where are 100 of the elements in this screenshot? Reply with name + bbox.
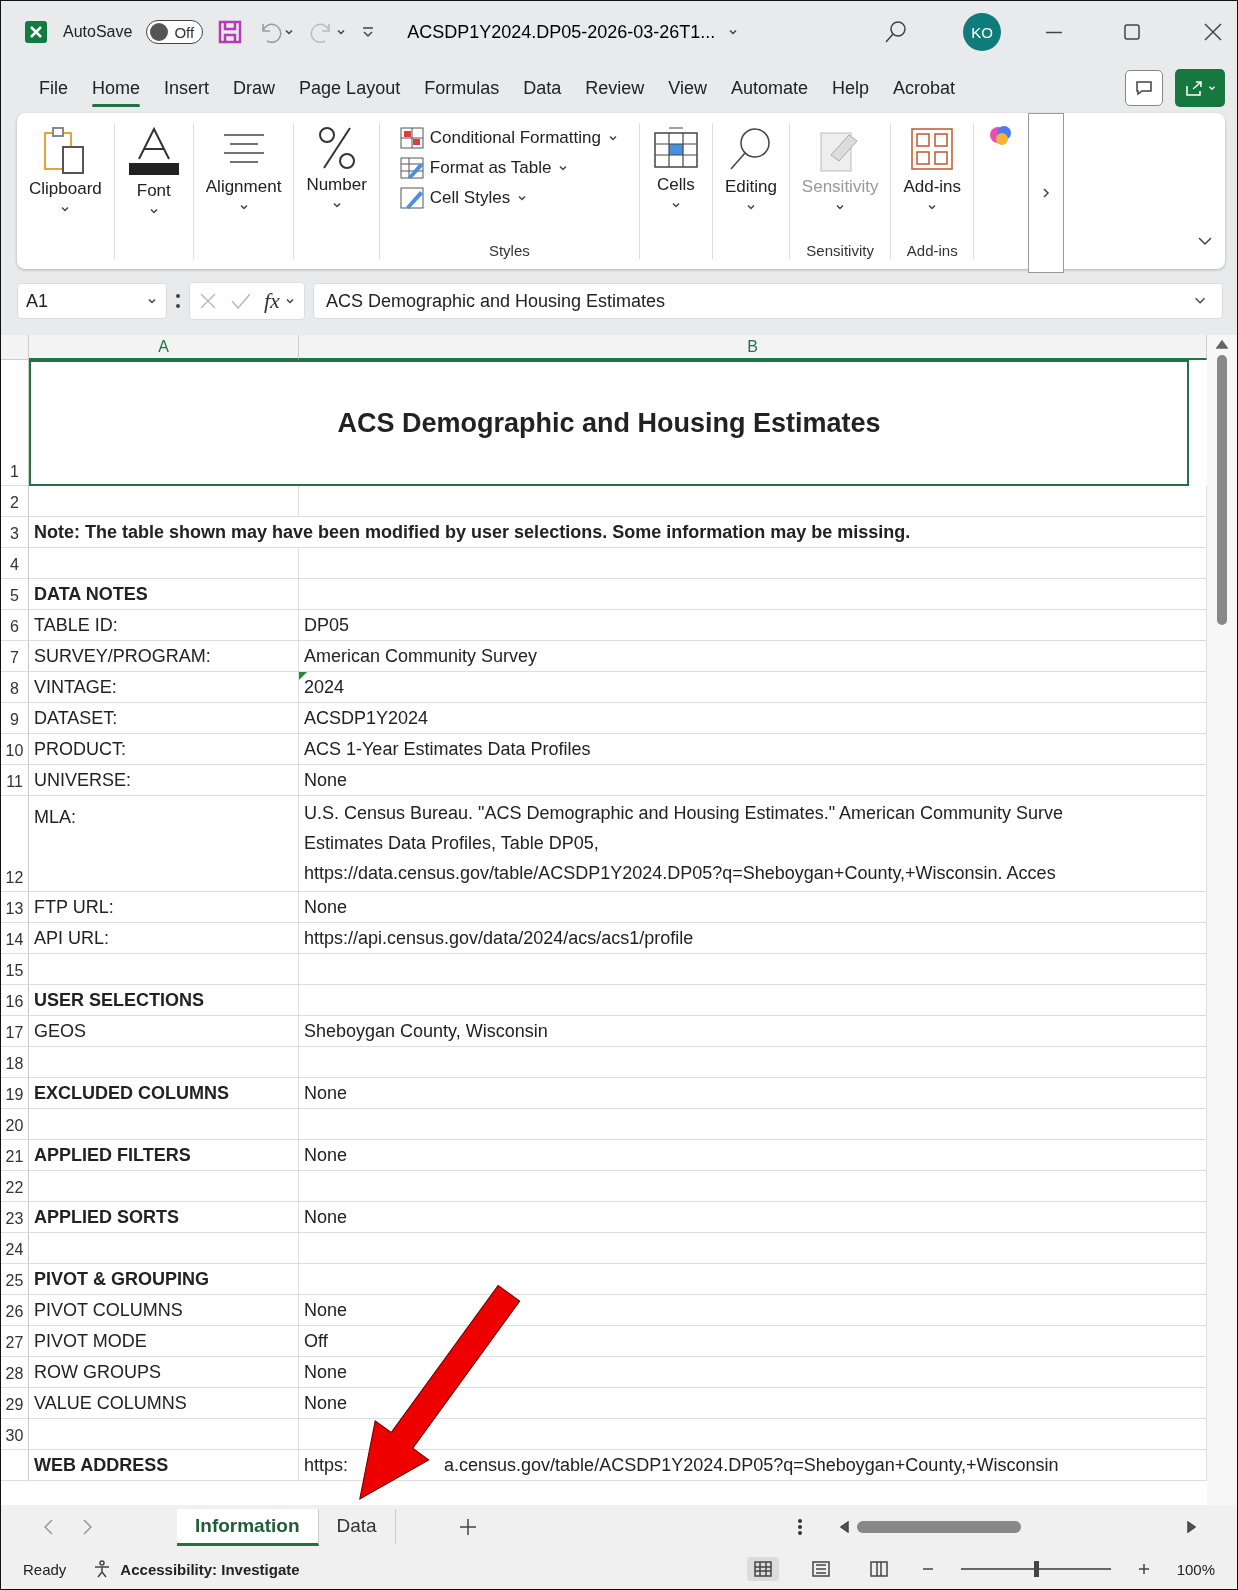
account-avatar[interactable]: KO <box>963 13 1001 51</box>
filename-button[interactable]: ACSDP1Y2024.DP05-2026-03-26T1... <box>407 21 740 43</box>
scroll-left-icon <box>839 1521 849 1533</box>
ribbon-group-label: Styles <box>488 242 530 259</box>
ribbon-tab[interactable]: Insert <box>152 69 222 107</box>
ribbon-menu-button[interactable]: Cell Styles <box>395 183 533 213</box>
ribbon-scroll-button[interactable] <box>1028 113 1065 273</box>
cell-style-icon <box>399 187 424 209</box>
row-number: 18 <box>1 1047 29 1078</box>
table-cell: None <box>299 1202 1207 1233</box>
table-format-icon <box>399 157 424 179</box>
conditional-format-icon <box>399 127 424 149</box>
row-number: 1 <box>1 360 29 486</box>
table-cell: PIVOT COLUMNS <box>29 1295 299 1326</box>
table-cell: VALUE COLUMNS <box>29 1388 299 1419</box>
row-number: 15 <box>1 954 29 985</box>
ribbon-tab[interactable]: Acrobat <box>881 69 968 107</box>
maximize-icon <box>1121 21 1143 43</box>
row-number: 7 <box>1 641 29 672</box>
more-options-icon[interactable] <box>797 1518 803 1536</box>
table-cell: SURVEY/PROGRAM: <box>29 641 299 672</box>
ribbon-menu-button[interactable]: Format as Table <box>395 153 574 183</box>
note-text: Note: The table shown may have been modified by user selections. Some information may be missing. <box>29 517 1207 548</box>
row-number: 10 <box>1 734 29 765</box>
table-cell: PRODUCT: <box>29 734 299 765</box>
sheet-tab[interactable]: Data <box>318 1508 396 1546</box>
ribbon-group-label: Sensitivity <box>806 242 874 259</box>
zoom-in-icon <box>1136 1562 1151 1576</box>
ribbon-tab[interactable]: Data <box>511 69 574 107</box>
row-number: 23 <box>1 1202 29 1233</box>
row-number: 9 <box>1 703 29 734</box>
maximize-button[interactable] <box>1121 21 1143 43</box>
cell-text: https: <box>304 1453 349 1477</box>
minimize-button[interactable] <box>1045 30 1063 34</box>
column-header: B <box>299 335 1207 360</box>
row-number: 16 <box>1 985 29 1016</box>
section-heading: PIVOT & GROUPING <box>29 1264 299 1295</box>
table-cell: American Community Survey <box>299 641 1207 672</box>
table-cell: TABLE ID: <box>29 610 299 641</box>
ribbon-button[interactable]: Cells <box>645 123 706 213</box>
name-box[interactable]: A1 <box>17 283 167 319</box>
ribbon-menu-button[interactable]: Conditional Formatting <box>395 123 623 153</box>
table-cell: ROW GROUPS <box>29 1357 299 1388</box>
table-cell: None <box>299 892 1207 923</box>
accessibility-button[interactable]: Accessibility: Investigate <box>92 1559 300 1579</box>
merged-title-cell: ACS Demographic and Housing Estimates <box>29 360 1189 486</box>
more-options-icon <box>175 293 181 309</box>
ribbon-button[interactable]: Number <box>300 123 373 213</box>
search-button[interactable] <box>883 19 909 45</box>
sheet-tab[interactable]: Information <box>177 1508 319 1546</box>
cell-text-line: U.S. Census Bureau. "ACS Demographic and Housing Estimates." American Community Surve <box>304 802 1064 825</box>
scrollbar-thumb[interactable] <box>1217 355 1227 625</box>
row-number: 5 <box>1 579 29 610</box>
add-sheet-button[interactable] <box>457 1517 478 1537</box>
ribbon-tab[interactable]: Help <box>820 69 882 107</box>
ribbon-button[interactable]: Editing <box>718 123 783 215</box>
ribbon-tab[interactable]: Page Layout <box>287 69 413 107</box>
autosave-toggle[interactable]: Off <box>146 20 204 44</box>
ribbon-tab[interactable]: File <box>27 69 80 107</box>
row-number: 12 <box>1 796 29 892</box>
excel-logo-icon <box>23 19 49 45</box>
share-button[interactable] <box>1175 69 1225 107</box>
ribbon-tab[interactable]: Review <box>573 69 657 107</box>
save-button[interactable] <box>217 19 244 45</box>
ribbon-button[interactable]: Add-ins <box>897 123 968 215</box>
table-cell: https://api.census.gov/data/2024/acs/acs1/profile <box>299 923 1207 954</box>
row-number: 28 <box>1 1357 29 1388</box>
row-number: 2 <box>1 486 29 517</box>
row-number: 25 <box>1 1264 29 1295</box>
comments-button[interactable] <box>1125 70 1163 106</box>
ribbon-button[interactable]: Alignment <box>199 123 288 215</box>
normal-view-button[interactable] <box>746 1557 779 1581</box>
section-heading: APPLIED FILTERS <box>29 1140 299 1171</box>
ribbon-tab[interactable]: Automate <box>718 69 820 107</box>
autosave-label: AutoSave <box>63 23 133 41</box>
customize-toolbar-button[interactable] <box>361 25 376 39</box>
table-cell: PIVOT MODE <box>29 1326 299 1357</box>
table-cell: FTP URL: <box>29 892 299 923</box>
ribbon-button[interactable]: Clipboard <box>23 123 108 217</box>
formula-input[interactable]: ACS Demographic and Housing Estimates <box>312 283 1223 319</box>
table-cell: 2024 <box>299 672 1207 703</box>
insert-function-button[interactable]: fx <box>264 288 296 314</box>
row-number: 17 <box>1 1016 29 1047</box>
cancel-icon <box>198 291 218 311</box>
table-cell: DATASET: <box>29 703 299 734</box>
table-cell: GEOS <box>29 1016 299 1047</box>
ribbon-tab[interactable]: Home <box>80 69 153 107</box>
table-cell: ACS 1-Year Estimates Data Profiles <box>299 734 1207 765</box>
row-number: 11 <box>1 765 29 796</box>
percent-icon <box>316 125 357 171</box>
error-flag-icon <box>299 672 307 680</box>
section-heading: WEB ADDRESS <box>29 1450 299 1481</box>
table-cell: DP05 <box>299 610 1207 641</box>
search-icon <box>883 19 909 45</box>
save-icon <box>217 19 244 45</box>
ribbon-tab[interactable]: View <box>656 69 719 107</box>
ribbon-button[interactable]: Font <box>120 123 187 219</box>
ribbon-tab[interactable]: Formulas <box>412 69 512 107</box>
ribbon-tab[interactable]: Draw <box>221 69 288 107</box>
check-icon <box>230 291 252 311</box>
